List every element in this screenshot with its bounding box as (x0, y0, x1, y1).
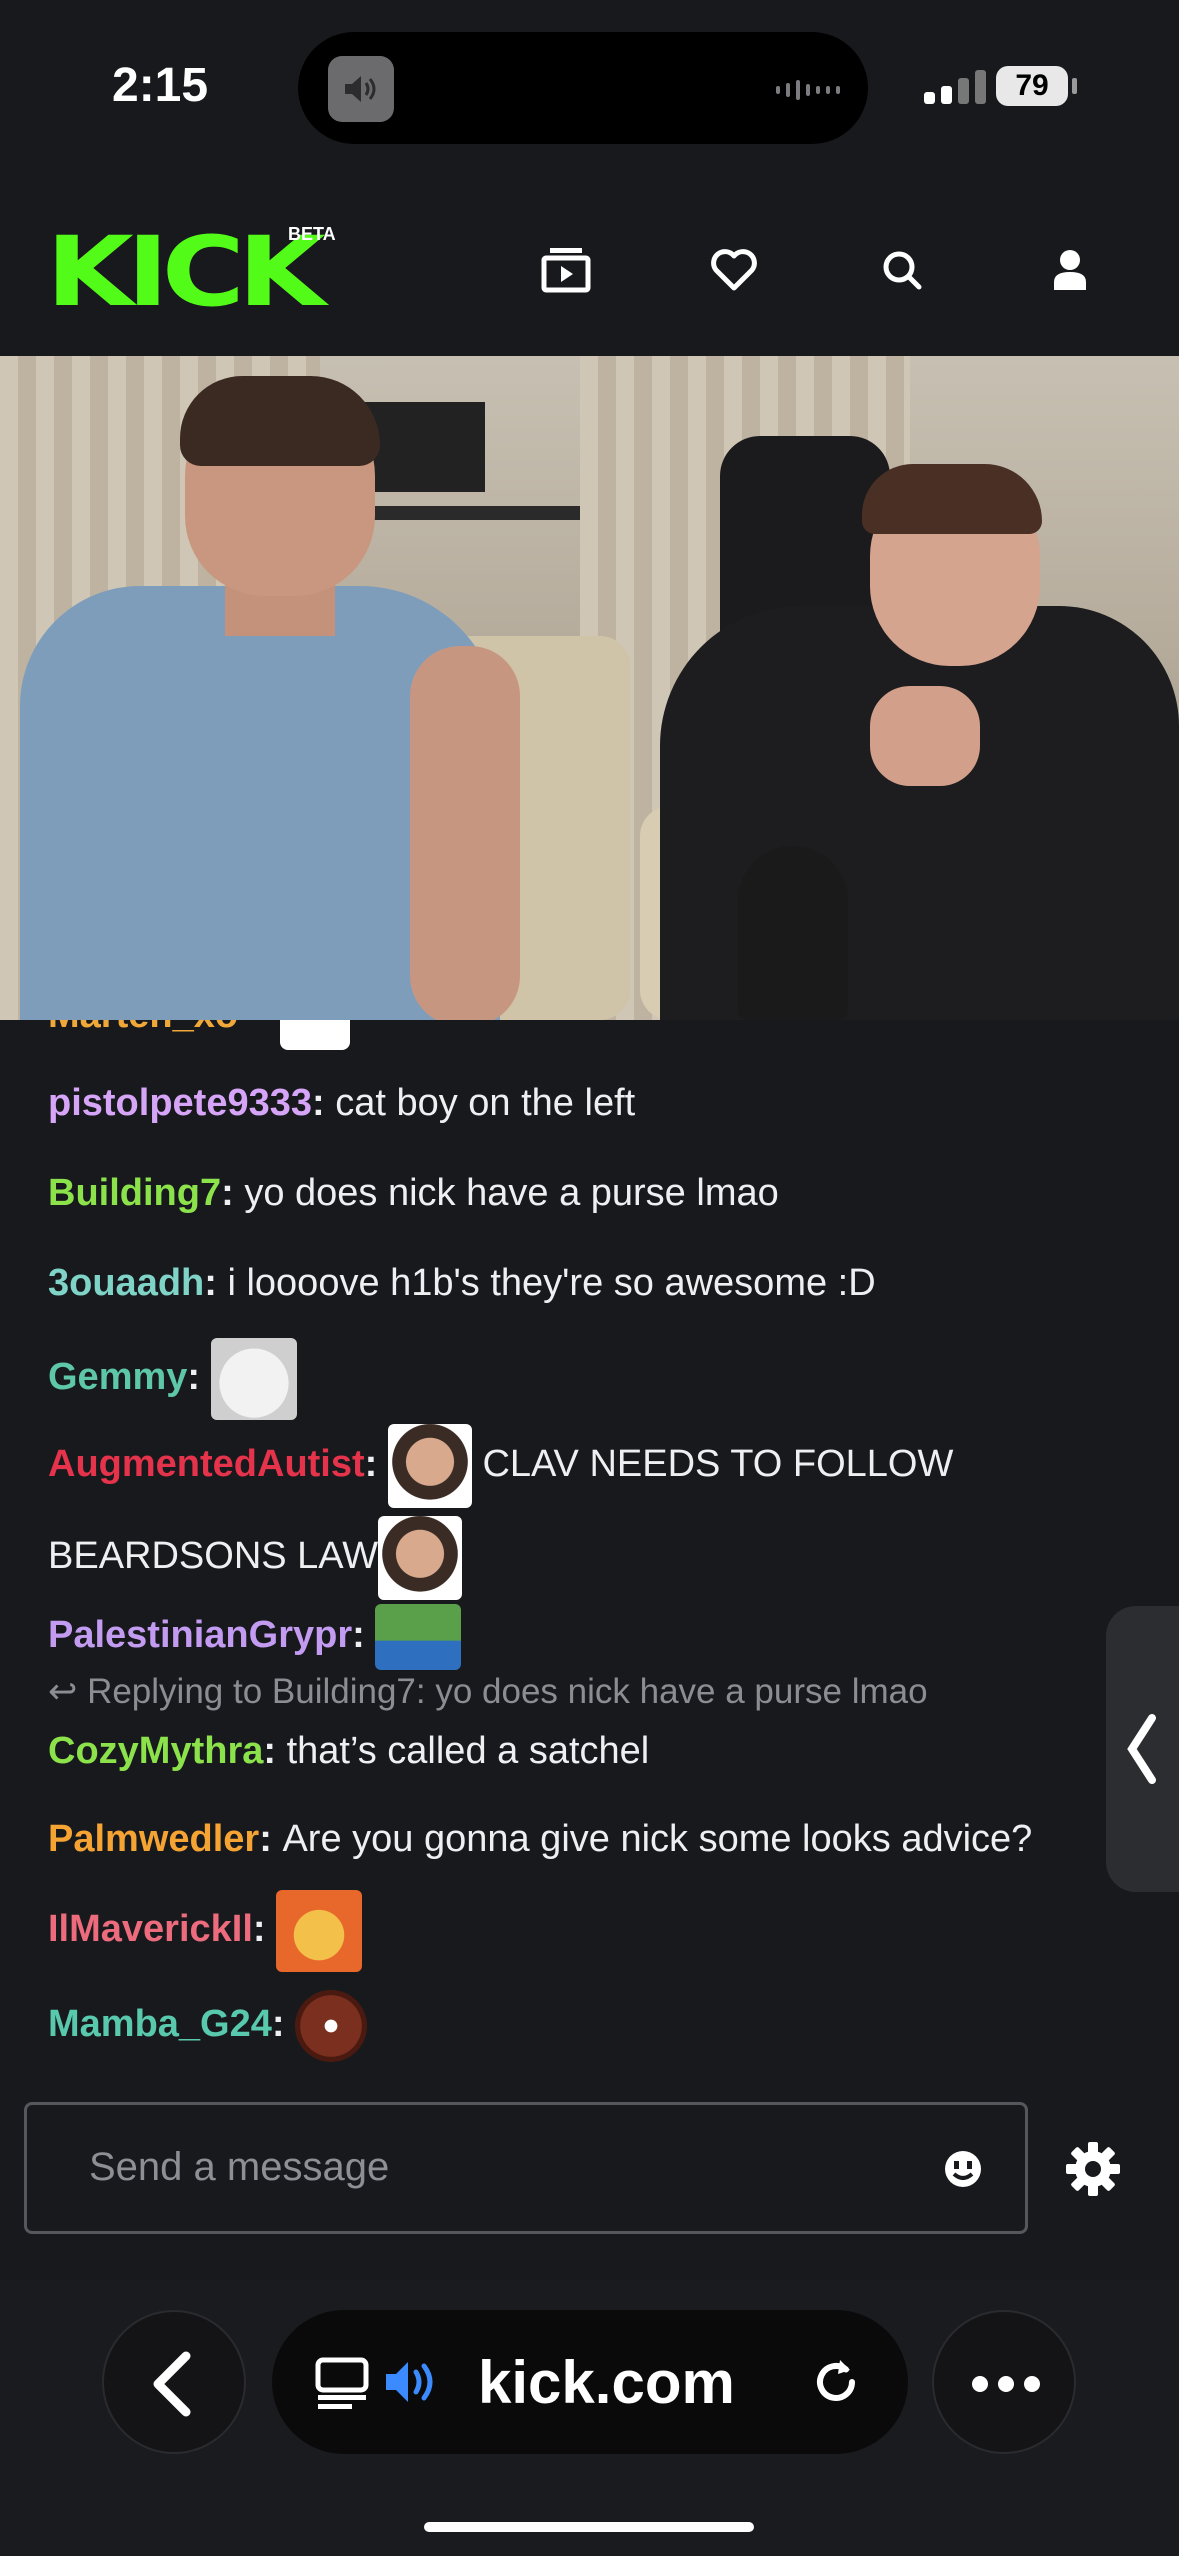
battery-cap (1072, 78, 1077, 94)
more-options-button[interactable] (932, 2310, 1076, 2454)
chat-side-tab[interactable] (1106, 1606, 1179, 1892)
search-icon[interactable] (874, 242, 930, 298)
battery-icon: 79 (996, 66, 1068, 106)
chevron-back-icon (153, 2351, 191, 2417)
person-left-hair (180, 376, 380, 466)
cat-emote (210, 1338, 297, 1420)
pepe-emote (375, 1604, 462, 1670)
kick-logo[interactable]: KICK (46, 224, 326, 320)
message-placeholder: Send a message (89, 2145, 390, 2189)
chat-text: i loooove h1b's they're so awesome :D (227, 1262, 876, 1304)
face-emote (378, 1516, 463, 1600)
reply-indicator[interactable]: ↩ Replying to Building7: yo does nick ha… (48, 1672, 928, 1712)
following-streams-icon[interactable] (538, 242, 594, 298)
chat-username[interactable]: AugmentedAutist (48, 1443, 365, 1485)
chat-message: Gemmy: (48, 1338, 297, 1420)
chat-message: PalestinianGrypr: (48, 1604, 462, 1670)
emoji-icon[interactable] (943, 2149, 983, 2189)
chat-text: CLAV NEEDS TO FOLLOW (482, 1443, 954, 1486)
settings-gear-icon[interactable] (1064, 2140, 1122, 2198)
dynamic-island (298, 32, 868, 144)
chat-message: pistolpete9333: cat boy on the left (48, 1082, 636, 1124)
chat-text: BEARDSONS LAW (48, 1535, 379, 1578)
chat-message: Palmwedler: Are you gonna give nick some… (48, 1818, 1033, 1860)
chat-text: that’s called a satchel (286, 1730, 650, 1772)
back-button[interactable] (102, 2310, 246, 2454)
heart-icon[interactable] (706, 242, 762, 298)
desk (370, 506, 580, 520)
chat-panel[interactable]: Marten_xo pistolpete9333: cat boy on the… (0, 1020, 1179, 2090)
cut-off-username: Marten_xo (48, 1020, 238, 1037)
virus-emote (295, 1990, 368, 2062)
chat-username[interactable]: 3ouaadh (48, 1262, 204, 1304)
chat-message: Mamba_G24: (48, 1990, 368, 2062)
chat-username[interactable]: CozyMythra (48, 1730, 263, 1772)
site-header: KICK BETA (0, 180, 1179, 356)
signal-icon (924, 70, 986, 104)
chat-text: Are you gonna give nick some looks advic… (282, 1818, 1033, 1860)
chat-text: yo does nick have a purse lmao (244, 1172, 779, 1214)
beta-badge: BETA (288, 224, 336, 244)
emote (280, 1020, 350, 1050)
fire-dog-emote (276, 1890, 363, 1972)
chat-message-continued: BEARDSONS LAW (48, 1516, 463, 1600)
chevron-left-icon (1127, 1714, 1156, 1784)
chat-text: cat boy on the left (335, 1082, 636, 1124)
chat-username[interactable]: Mamba_G24 (48, 2003, 272, 2045)
chat-message: 3ouaadh: i loooove h1b's they're so awes… (48, 1262, 876, 1304)
url-text: kick.com (478, 2349, 735, 2416)
chat-username[interactable]: Palmwedler (48, 1818, 259, 1860)
reply-icon: ↩ (48, 1672, 88, 1711)
chat-message: IlMaverickIl: (48, 1890, 363, 1972)
home-indicator (424, 2522, 754, 2532)
chat-message: CozyMythra: that’s called a satchel (48, 1730, 650, 1772)
browser-toolbar: kick.com (0, 2280, 1179, 2556)
chat-username[interactable]: Building7 (48, 1172, 221, 1214)
chat-username[interactable]: PalestinianGrypr (48, 1614, 352, 1656)
face-emote (387, 1424, 472, 1508)
audio-playing-icon[interactable] (382, 2354, 442, 2410)
user-icon[interactable] (1042, 242, 1098, 298)
chat-username[interactable]: Gemmy (48, 1356, 187, 1398)
chat-username[interactable]: pistolpete9333 (48, 1082, 312, 1124)
video-player[interactable] (0, 356, 1179, 1020)
microphone (738, 846, 848, 1020)
tabs-page-icon[interactable] (312, 2352, 372, 2412)
chat-username[interactable]: IlMaverickIl (48, 1908, 253, 1950)
speaker-icon (328, 56, 394, 122)
person-right-hand (870, 686, 980, 786)
person-right-hair (862, 464, 1042, 534)
clock: 2:15 (112, 59, 209, 112)
audio-bars-icon (776, 80, 840, 100)
status-bar: 2:15 79 (0, 0, 1179, 180)
person-left-arm (410, 646, 520, 1020)
reload-icon[interactable] (806, 2352, 866, 2412)
more-dots-icon (972, 2376, 1040, 2392)
address-bar[interactable]: kick.com (272, 2310, 908, 2454)
chat-message: Building7: yo does nick have a purse lma… (48, 1172, 779, 1214)
chat-message: AugmentedAutist: CLAV NEEDS TO FOLLOW (48, 1424, 953, 1508)
message-input[interactable]: Send a message (24, 2102, 1028, 2234)
